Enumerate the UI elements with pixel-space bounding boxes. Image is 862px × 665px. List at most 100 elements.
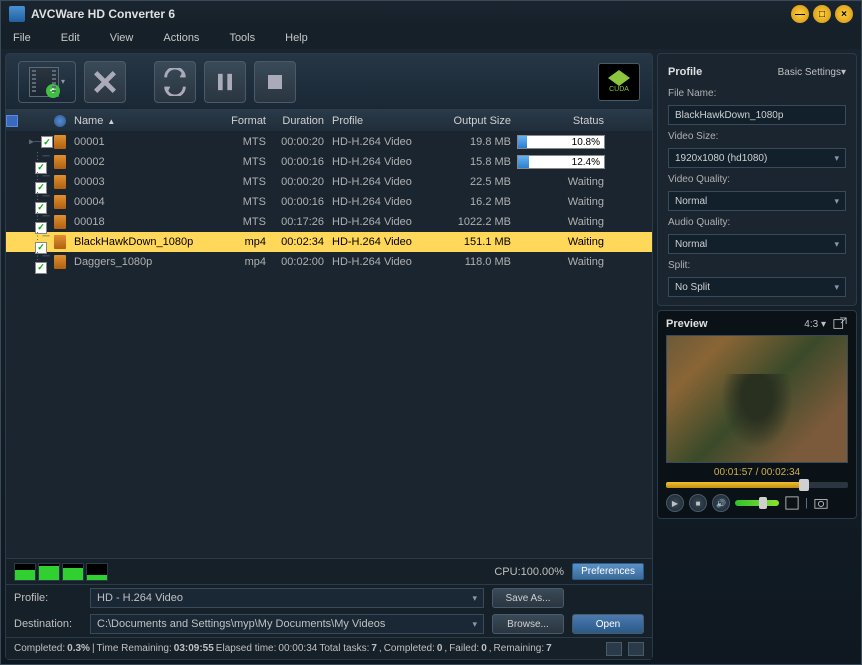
- file-format: MTS: [220, 196, 270, 208]
- file-row[interactable]: ⋮─✓ 00018 MTS 00:17:26 HD-H.264 Video 10…: [6, 212, 652, 232]
- tree-connector: ⋮─✓: [28, 251, 54, 274]
- file-row[interactable]: ⋮─✓ BlackHawkDown_1080p mp4 00:02:34 HD-…: [6, 232, 652, 252]
- videosize-combo[interactable]: 1920x1080 (hd1080): [668, 148, 846, 168]
- task-settings-icon[interactable]: [606, 642, 622, 656]
- volume-slider[interactable]: [735, 500, 779, 506]
- destination-combo[interactable]: C:\Documents and Settings\myp\My Documen…: [90, 614, 484, 634]
- aspect-ratio-toggle[interactable]: 4:3 ▾: [804, 319, 826, 330]
- remove-button[interactable]: [84, 61, 126, 103]
- file-row[interactable]: ⋮─✓ Daggers_1080p mp4 00:02:00 HD-H.264 …: [6, 252, 652, 272]
- audioquality-combo[interactable]: Normal: [668, 234, 846, 254]
- cpu-graph: [14, 563, 108, 581]
- column-profile[interactable]: Profile: [328, 115, 453, 127]
- file-row[interactable]: ⋮─✓ 00004 MTS 00:00:16 HD-H.264 Video 16…: [6, 192, 652, 212]
- menu-help[interactable]: Help: [285, 32, 308, 44]
- sort-arrow-icon: ▲: [107, 117, 115, 126]
- titlebar: AVCWare HD Converter 6 — □ ×: [1, 1, 861, 27]
- convert-button[interactable]: [154, 61, 196, 103]
- seek-bar[interactable]: [666, 482, 848, 488]
- stop-button[interactable]: [254, 61, 296, 103]
- file-profile: HD-H.264 Video: [328, 196, 453, 208]
- column-format[interactable]: Format: [220, 115, 270, 127]
- file-format: MTS: [220, 176, 270, 188]
- play-button[interactable]: ▶: [666, 494, 684, 512]
- progress-bar: 12.4%: [517, 155, 605, 169]
- file-size: 19.8 MB: [453, 136, 517, 148]
- menu-edit[interactable]: Edit: [61, 32, 80, 44]
- file-duration: 00:02:00: [270, 256, 328, 268]
- minimize-button[interactable]: —: [791, 5, 809, 23]
- file-icon: [54, 155, 66, 169]
- file-profile: HD-H.264 Video: [328, 136, 453, 148]
- pause-button[interactable]: [204, 61, 246, 103]
- file-row[interactable]: ▸─✓ 00001 MTS 00:00:20 HD-H.264 Video 19…: [6, 132, 652, 152]
- close-button[interactable]: ×: [835, 5, 853, 23]
- file-size: 22.5 MB: [453, 176, 517, 188]
- menubar: File Edit View Actions Tools Help: [1, 27, 861, 49]
- snapshot-icon[interactable]: [813, 496, 829, 510]
- file-icon: [54, 235, 66, 249]
- row-checkbox[interactable]: ✓: [41, 136, 53, 148]
- popout-icon[interactable]: [832, 317, 848, 331]
- audioquality-label: Audio Quality:: [668, 217, 846, 228]
- status-text: Waiting: [517, 176, 612, 188]
- list-header: Name▲ Format Duration Profile Output Siz…: [6, 110, 652, 132]
- basic-settings-toggle[interactable]: Basic Settings▾: [778, 67, 846, 78]
- file-icon: [54, 195, 66, 209]
- select-all-checkbox[interactable]: [6, 115, 18, 127]
- file-size: 16.2 MB: [453, 196, 517, 208]
- file-size: 1022.2 MB: [453, 216, 517, 228]
- file-size: 15.8 MB: [453, 156, 517, 168]
- row-checkbox[interactable]: ✓: [35, 262, 47, 274]
- file-list: ▸─✓ 00001 MTS 00:00:20 HD-H.264 Video 19…: [6, 132, 652, 558]
- file-duration: 00:00:16: [270, 156, 328, 168]
- file-name: 00018: [70, 216, 220, 228]
- file-row[interactable]: ⋮─✓ 00003 MTS 00:00:20 HD-H.264 Video 22…: [6, 172, 652, 192]
- fullscreen-icon[interactable]: [784, 496, 800, 510]
- menu-view[interactable]: View: [110, 32, 134, 44]
- add-file-button[interactable]: +▾: [18, 61, 76, 103]
- destination-label: Destination:: [14, 618, 82, 630]
- profile-panel: Profile Basic Settings▾ File Name: Black…: [657, 53, 857, 306]
- preview-time: 00:01:57 / 00:02:34: [666, 467, 848, 478]
- cuda-badge: CUDA: [598, 63, 640, 101]
- file-format: mp4: [220, 236, 270, 248]
- task-list-icon[interactable]: [628, 642, 644, 656]
- menu-tools[interactable]: Tools: [229, 32, 255, 44]
- stop-preview-button[interactable]: ■: [689, 494, 707, 512]
- save-as-button[interactable]: Save As...: [492, 588, 564, 608]
- preferences-button[interactable]: Preferences: [572, 563, 644, 580]
- menu-actions[interactable]: Actions: [163, 32, 199, 44]
- profile-combo[interactable]: HD - H.264 Video: [90, 588, 484, 608]
- file-size: 118.0 MB: [453, 256, 517, 268]
- file-profile: HD-H.264 Video: [328, 216, 453, 228]
- main-toolbar: +▾ CUDA: [6, 54, 652, 110]
- file-name: 00003: [70, 176, 220, 188]
- cpu-text: CPU:100.00%: [494, 566, 564, 578]
- filename-input[interactable]: BlackHawkDown_1080p: [668, 105, 846, 125]
- menu-file[interactable]: File: [13, 32, 31, 44]
- videosize-label: Video Size:: [668, 131, 846, 142]
- progress-bar: 10.8%: [517, 135, 605, 149]
- open-button[interactable]: Open: [572, 614, 644, 634]
- file-duration: 00:00:20: [270, 136, 328, 148]
- status-text: Waiting: [517, 236, 612, 248]
- column-output-size[interactable]: Output Size: [453, 115, 517, 127]
- browse-button[interactable]: Browse...: [492, 614, 564, 634]
- column-status[interactable]: Status: [517, 115, 612, 127]
- preview-panel: Preview 4:3 ▾ 00:01:57 / 00:02:34 ▶ ■: [657, 310, 857, 519]
- filename-label: File Name:: [668, 88, 846, 99]
- file-format: MTS: [220, 136, 270, 148]
- volume-icon[interactable]: 🔊: [712, 494, 730, 512]
- split-combo[interactable]: No Split: [668, 277, 846, 297]
- file-row[interactable]: ⋮─✓ 00002 MTS 00:00:16 HD-H.264 Video 15…: [6, 152, 652, 172]
- column-duration[interactable]: Duration: [270, 115, 328, 127]
- file-name: BlackHawkDown_1080p: [70, 236, 220, 248]
- profile-panel-title: Profile: [668, 66, 702, 78]
- column-name[interactable]: Name▲: [70, 115, 220, 127]
- maximize-button[interactable]: □: [813, 5, 831, 23]
- videoquality-combo[interactable]: Normal: [668, 191, 846, 211]
- file-name: 00004: [70, 196, 220, 208]
- globe-icon: [54, 115, 66, 127]
- app-icon: [9, 6, 25, 22]
